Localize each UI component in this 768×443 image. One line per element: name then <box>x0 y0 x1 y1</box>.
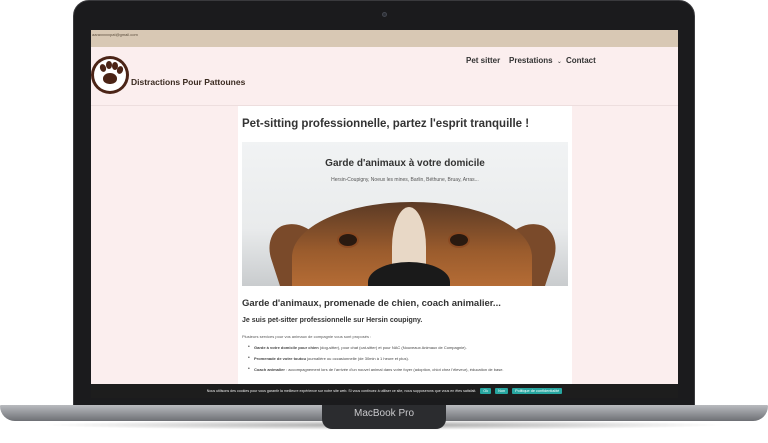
service-item-title: Garde à votre domicile pour chien <box>254 345 319 350</box>
service-item: Promenade de votre toutou journalière ou… <box>242 355 568 361</box>
service-item-text: : accompagnement lors de l'arrivée d'un … <box>284 367 504 372</box>
service-item: Garde à votre domicile pour chien (dog-s… <box>242 344 568 350</box>
dog-eye-left <box>337 232 359 248</box>
page-title: Pet-sitting professionnelle, partez l'es… <box>242 118 530 130</box>
service-item-text: (dog-sitter), pour chat (cat-sitter) et … <box>318 345 467 350</box>
cookie-ok-button[interactable]: Ok <box>480 388 492 394</box>
cookie-text: Nous utilisons des cookies pour vous gar… <box>206 389 477 393</box>
service-item-title: Promenade de votre toutou <box>254 356 307 361</box>
laptop-mockup: aaraxxxxxpat@gmail.com Distractions Pour… <box>0 0 768 443</box>
nav-pet-sitter[interactable]: Pet sitter <box>466 56 500 65</box>
cookie-no-button[interactable]: Non <box>495 388 509 394</box>
top-contact-bar: aaraxxxxxpat@gmail.com <box>91 30 678 47</box>
nav-contact[interactable]: Contact <box>566 56 596 65</box>
browser-viewport: aaraxxxxxpat@gmail.com Distractions Pour… <box>91 30 678 384</box>
service-item: Coach animalier : accompagnement lors de… <box>242 366 568 372</box>
intro-paragraph: Plusieurs services pour vos animaux de c… <box>242 334 372 339</box>
topbar-email[interactable]: aaraxxxxxpat@gmail.com <box>92 32 138 37</box>
hero-banner: Garde d'animaux à votre domicile Hersin-… <box>242 142 568 286</box>
hero-subtitle: Hersin-Coupigny, Noeux les mines, Barlin… <box>331 177 479 183</box>
site-title[interactable]: Distractions Pour Pattounes <box>131 77 245 87</box>
cookie-policy-button[interactable]: Politique de confidentialité <box>512 388 563 394</box>
model-label: MacBook Pro <box>353 408 415 419</box>
hero-title: Garde d'animaux à votre domicile <box>325 158 485 169</box>
webcam <box>382 12 387 17</box>
nav-prestations-label: Prestations <box>509 56 553 65</box>
nav-prestations[interactable]: Prestations ⌄ <box>509 56 562 65</box>
paw-icon <box>94 59 126 91</box>
main-content: Pet-sitting professionnelle, partez l'es… <box>238 106 572 384</box>
dog-eye-right <box>448 232 470 248</box>
cookie-banner: Nous utilisons des cookies pour vous gar… <box>91 384 678 398</box>
intro-heading-bold: pet-sitter professionnelle <box>267 317 352 324</box>
section-heading: Garde d'animaux, promenade de chien, coa… <box>242 298 501 309</box>
service-item-text: journalière ou occasionnelle (de 30min à… <box>306 356 409 361</box>
intro-heading: Je suis pet-sitter professionnelle sur H… <box>242 317 568 324</box>
intro-heading-prefix: Je suis <box>242 317 268 324</box>
service-item-title: Coach animalier <box>254 367 285 372</box>
chevron-down-icon: ⌄ <box>556 59 562 65</box>
intro-heading-suffix: sur Hersin coupigny. <box>351 317 423 324</box>
site-logo[interactable] <box>91 56 129 94</box>
